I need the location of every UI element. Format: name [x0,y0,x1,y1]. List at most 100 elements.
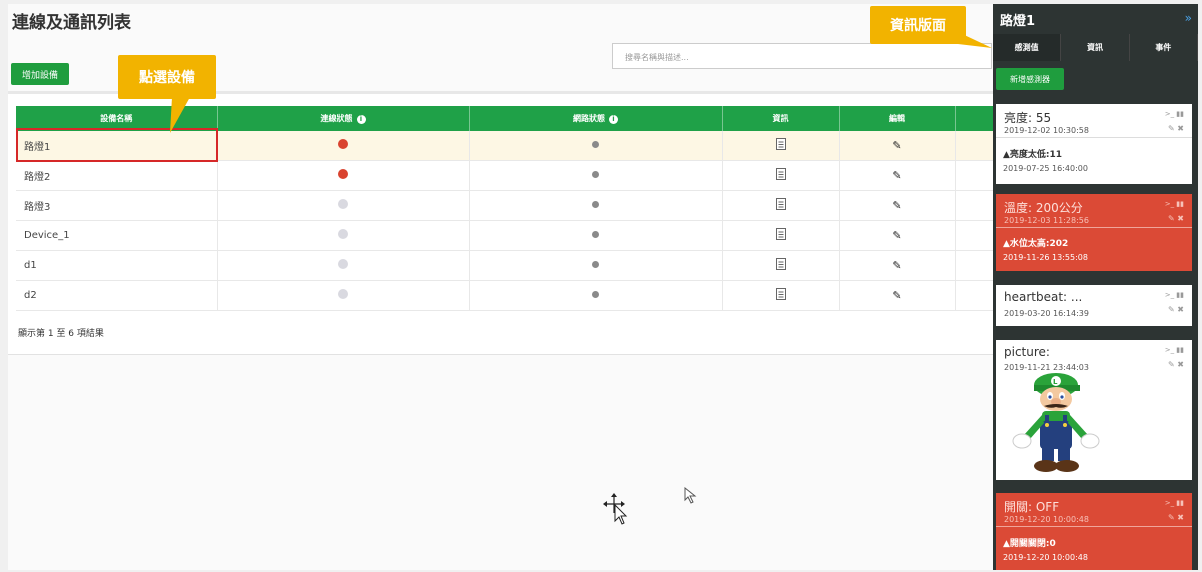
table-row[interactable]: Device_1 ✎ [16,220,1002,251]
alert-text: ▲亮度太低:11 [1003,150,1063,160]
info-cell [722,220,840,251]
edit-delete-icons[interactable]: ✎ ✖ [1168,513,1184,522]
sensor-time: 2019-12-03 11:28:56 [1004,216,1089,225]
document-icon[interactable] [775,198,786,210]
status-dot-icon [338,169,348,179]
col-info[interactable]: 資訊 [722,106,840,131]
terminal-chart-icons[interactable]: >_ ▮▮ [1165,346,1184,354]
alert-text: ▲水位太高:202 [1003,239,1069,249]
terminal-chart-icons[interactable]: >_ ▮▮ [1165,110,1184,118]
connection-status-cell [217,190,470,221]
edit-delete-icons[interactable]: ✎ ✖ [1168,214,1184,223]
pencil-icon[interactable]: ✎ [892,229,901,242]
sensor-card: 亮度: 55 2019-12-02 10:30:58 >_ ▮▮ ✎ ✖ ▲亮度… [996,104,1192,184]
search-input[interactable]: 搜尋名稱與描述... [612,43,992,69]
terminal-chart-icons[interactable]: >_ ▮▮ [1165,499,1184,507]
network-status-cell [469,160,723,191]
status-dot-icon [338,289,348,299]
network-dot-icon [592,291,599,298]
edit-cell: ✎ [839,190,956,221]
table-row[interactable]: 路燈3 ✎ [16,190,1002,221]
tab-info[interactable]: 資訊 [1061,34,1130,61]
sensor-title: heartbeat: ... [1004,290,1083,304]
alert-text: ▲開關關閉:0 [1003,539,1056,549]
panel-tabs: 感測值 資訊 事件 [993,34,1198,61]
info-cell [722,280,840,311]
document-icon[interactable] [775,228,786,240]
status-dot-icon [338,199,348,209]
callout-pointer [170,97,190,133]
device-name-cell[interactable]: Device_1 [16,220,218,251]
terminal-chart-icons[interactable]: >_ ▮▮ [1165,200,1184,208]
sensor-time: 2019-12-20 10:00:48 [1004,515,1089,524]
add-device-button[interactable]: 增加設備 [11,63,69,85]
info-circle-icon[interactable]: i [356,115,366,124]
edit-delete-icons[interactable]: ✎ ✖ [1168,305,1184,314]
connection-status-cell [217,220,470,251]
device-name-cell[interactable]: 路燈2 [16,160,218,191]
pencil-icon[interactable]: ✎ [892,199,901,212]
document-icon[interactable] [775,138,786,150]
network-dot-icon [592,171,599,178]
pencil-icon[interactable]: ✎ [892,289,901,302]
arrow-cursor-icon [684,487,697,504]
connection-status-cell [217,131,470,161]
sensor-card: heartbeat: ... 2019-03-20 16:14:39 >_ ▮▮… [996,285,1192,326]
status-dot-icon [338,229,348,239]
connection-status-cell [217,160,470,191]
pencil-icon[interactable]: ✎ [892,139,901,152]
table-row[interactable]: d2 ✎ [16,280,1002,311]
collapse-chevron-icon[interactable]: » [1185,11,1192,25]
device-name-cell[interactable]: 路燈3 [16,190,218,221]
sensor-time: 2019-12-02 10:30:58 [1004,126,1089,135]
network-status-cell [469,220,723,251]
device-name-cell[interactable]: d1 [16,250,218,281]
pagination-info: 顯示第 1 至 6 項結果 [18,329,104,339]
luigi-character-image: L [1012,373,1100,472]
pencil-icon[interactable]: ✎ [892,259,901,272]
network-status-cell [469,190,723,221]
edit-cell: ✎ [839,250,956,281]
network-status-cell [469,250,723,281]
network-status-cell [469,280,723,311]
terminal-chart-icons[interactable]: >_ ▮▮ [1165,291,1184,299]
info-cell [722,160,840,191]
network-dot-icon [592,231,599,238]
pencil-icon[interactable]: ✎ [892,169,901,182]
tab-events[interactable]: 事件 [1130,34,1198,61]
status-dot-icon [338,259,348,269]
page-title: 連線及通訊列表 [12,13,131,33]
document-icon[interactable] [775,258,786,270]
sensor-title: 溫度: 200公分 [1004,201,1083,215]
network-dot-icon [592,141,599,148]
document-icon[interactable] [775,168,786,180]
connection-status-cell [217,250,470,281]
add-sensor-button[interactable]: 新增感測器 [996,68,1064,90]
network-dot-icon [592,201,599,208]
svg-text:L: L [1053,378,1058,386]
network-status-cell [469,131,723,161]
info-cell [722,190,840,221]
sensor-title: 開關: OFF [1004,500,1060,514]
tab-sensor-values[interactable]: 感測值 [993,34,1062,61]
table-row[interactable]: 路燈2 ✎ [16,160,1002,191]
document-icon[interactable] [775,288,786,300]
table-row[interactable]: d1 ✎ [16,250,1002,281]
edit-cell: ✎ [839,131,956,161]
info-cell [722,250,840,281]
move-cursor-icon [603,493,628,525]
sensor-card-alarm: 溫度: 200公分 2019-12-03 11:28:56 >_ ▮▮ ✎ ✖ … [996,194,1192,271]
edit-cell: ✎ [839,220,956,251]
edit-cell: ✎ [839,160,956,191]
col-connection-status[interactable]: 連線狀態 i [217,106,470,131]
col-edit[interactable]: 編輯 [839,106,956,131]
edit-delete-icons[interactable]: ✎ ✖ [1168,124,1184,133]
callout-select-device: 點選設備 [118,55,216,133]
device-name-cell[interactable]: d2 [16,280,218,311]
col-network-status[interactable]: 網路狀態 i [469,106,723,131]
edit-delete-icons[interactable]: ✎ ✖ [1168,360,1184,369]
info-circle-icon[interactable]: i [609,115,618,124]
info-side-panel: 路燈1 » 感測值 資訊 事件 新增感測器 亮度: 55 2019-12-02 … [993,4,1198,570]
connection-status-cell [217,280,470,311]
info-cell [722,131,840,161]
